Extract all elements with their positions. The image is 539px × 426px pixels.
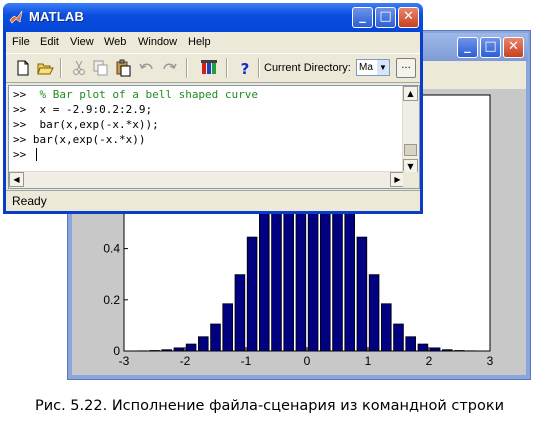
text-cursor xyxy=(36,148,37,161)
vertical-scrollbar[interactable]: ▲ ▼ xyxy=(402,86,419,174)
y-tick-label: 0 xyxy=(113,344,120,358)
window-title: MATLAB xyxy=(29,9,85,24)
maximize-button[interactable]: □ xyxy=(375,7,396,28)
scroll-up-icon[interactable]: ▲ xyxy=(403,86,418,101)
bar xyxy=(344,193,355,352)
paste-icon[interactable] xyxy=(114,59,132,77)
menu-view[interactable]: View xyxy=(70,36,94,48)
figure-close-button[interactable]: ✕ xyxy=(503,37,524,58)
open-file-icon[interactable] xyxy=(36,59,54,77)
bar xyxy=(381,303,392,352)
bar xyxy=(393,323,404,352)
y-tick-label: 0.4 xyxy=(103,242,120,256)
current-directory-label: Current Directory: xyxy=(264,62,351,74)
scroll-thumb[interactable] xyxy=(404,144,417,156)
current-directory-select[interactable]: Ma ▼ xyxy=(356,59,390,76)
menu-window[interactable]: Window xyxy=(138,36,177,48)
bar xyxy=(429,347,441,352)
x-tick-label: 1 xyxy=(365,354,372,368)
horizontal-scrollbar[interactable]: ◀ ▶ xyxy=(9,171,405,188)
command-line: >> x = -2.9:0.2:2.9; xyxy=(13,103,153,116)
command-window[interactable]: >> % Bar plot of a bell shaped curve >> … xyxy=(8,85,420,189)
bar xyxy=(185,343,197,352)
minimize-button[interactable]: _ xyxy=(352,7,373,28)
matlab-logo-icon xyxy=(9,10,23,24)
command-line: >> bar(x,exp(-x.*x)); xyxy=(13,118,159,131)
matlab-window[interactable]: MATLAB _ □ ✕ File Edit View Web Window H… xyxy=(3,3,423,214)
redo-icon[interactable] xyxy=(160,59,178,77)
toolbar: ? Current Directory: Ma ▼ ... xyxy=(6,53,420,83)
scroll-left-icon[interactable]: ◀ xyxy=(9,172,24,187)
menu-bar: File Edit View Web Window Help xyxy=(6,32,420,52)
bar xyxy=(259,193,270,352)
copy-icon[interactable] xyxy=(92,59,110,77)
bar xyxy=(198,336,209,352)
x-tick-label: 0 xyxy=(304,354,311,368)
bar xyxy=(356,236,368,352)
x-tick-label: -1 xyxy=(241,354,252,368)
simulink-icon[interactable] xyxy=(200,59,218,77)
x-tick-label: -3 xyxy=(119,354,130,368)
bar xyxy=(234,274,246,352)
status-text: Ready xyxy=(12,194,47,208)
cut-icon[interactable] xyxy=(70,59,88,77)
menu-help[interactable]: Help xyxy=(188,36,211,48)
figure-minimize-button[interactable]: _ xyxy=(457,37,478,58)
figure-caption: Рис. 5.22. Исполнение файла-сценария из … xyxy=(34,398,505,414)
bar xyxy=(417,343,429,352)
bar xyxy=(161,349,172,352)
menu-edit[interactable]: Edit xyxy=(40,36,59,48)
x-tick-label: -2 xyxy=(180,354,191,368)
bar xyxy=(442,349,453,352)
help-icon[interactable]: ? xyxy=(236,59,254,77)
undo-icon[interactable] xyxy=(138,59,156,77)
browse-button[interactable]: ... xyxy=(396,58,416,78)
matlab-titlebar[interactable]: MATLAB _ □ ✕ xyxy=(3,3,423,32)
command-line: >> bar(x,exp(-x.*x)) xyxy=(13,133,146,146)
chevron-down-icon[interactable]: ▼ xyxy=(377,60,389,75)
command-prompt[interactable]: >> xyxy=(13,148,33,161)
bar xyxy=(222,303,233,352)
x-tick-label: 3 xyxy=(487,354,494,368)
bar xyxy=(246,236,258,352)
figure-maximize-button[interactable]: □ xyxy=(480,37,501,58)
menu-file[interactable]: File xyxy=(12,36,30,48)
status-bar: Ready xyxy=(6,190,420,211)
current-directory-value: Ma xyxy=(359,62,373,73)
menu-web[interactable]: Web xyxy=(104,36,126,48)
bar xyxy=(210,323,221,352)
bar xyxy=(173,347,185,352)
bar xyxy=(368,274,380,352)
y-tick-label: 0.2 xyxy=(103,293,120,307)
bar xyxy=(405,336,416,352)
svg-text:?: ? xyxy=(241,60,250,77)
x-tick-label: 2 xyxy=(426,354,433,368)
new-file-icon[interactable] xyxy=(14,59,32,77)
close-button[interactable]: ✕ xyxy=(398,7,419,28)
window-body: File Edit View Web Window Help ? Current… xyxy=(6,32,420,211)
command-line: >> % Bar plot of a bell shaped curve xyxy=(13,88,259,101)
scrollbar-corner xyxy=(403,172,419,188)
